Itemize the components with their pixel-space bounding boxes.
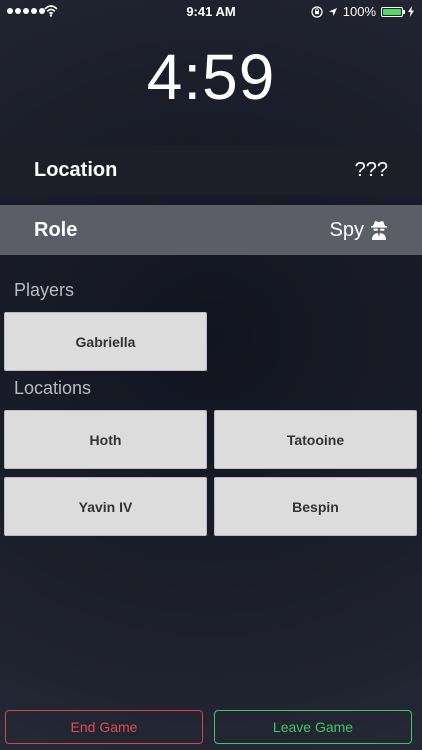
- rotation-lock-icon: [311, 5, 323, 18]
- player-card-gabriella[interactable]: Gabriella: [4, 312, 207, 371]
- location-card-tatooine[interactable]: Tatooine: [214, 410, 417, 469]
- location-card-hoth[interactable]: Hoth: [4, 410, 207, 469]
- spy-icon: [371, 221, 387, 240]
- locations-header: Locations: [14, 378, 92, 398]
- status-right: 100%: [311, 4, 414, 19]
- location-value: ???: [354, 158, 388, 181]
- location-arrow-icon: [328, 7, 337, 16]
- charging-bolt-icon: [408, 6, 414, 17]
- status-bar: 9:41 AM 100%: [0, 0, 422, 24]
- location-card-bespin[interactable]: Bespin: [214, 477, 417, 536]
- game-timer: 4:59: [146, 41, 276, 113]
- end-game-button[interactable]: End Game: [5, 710, 203, 744]
- role-value: Spy: [329, 218, 364, 241]
- leave-game-button[interactable]: Leave Game: [214, 710, 412, 744]
- role-label: Role: [34, 218, 78, 241]
- location-card-yavin-iv[interactable]: Yavin IV: [4, 477, 207, 536]
- battery-percent: 100%: [342, 4, 376, 19]
- players-header: Players: [14, 280, 75, 300]
- location-label: Location: [34, 158, 118, 181]
- role-value-wrap: Spy: [330, 219, 388, 242]
- battery-icon: [381, 6, 405, 17]
- location-row: Location ???: [0, 145, 422, 195]
- role-row: Role Spy: [0, 205, 422, 255]
- battery-fill: [383, 8, 401, 15]
